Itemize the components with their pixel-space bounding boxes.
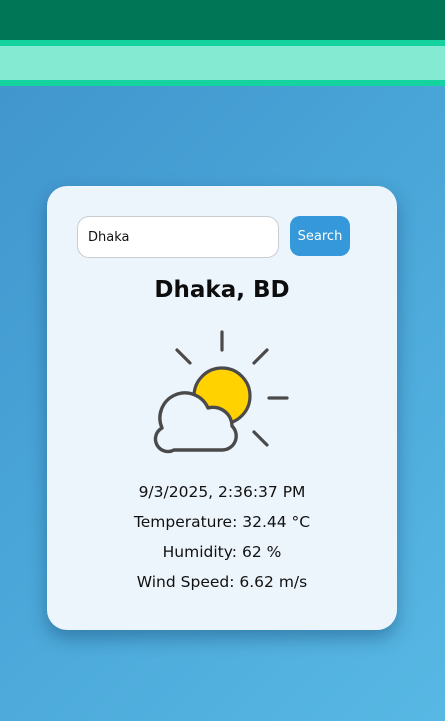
- weather-card: Search Dhaka, BD 9/3/2025, 2:36:37 PM Te…: [47, 186, 397, 630]
- top-header-bar: [0, 0, 445, 40]
- search-button[interactable]: Search: [290, 216, 350, 256]
- partly-cloudy-sun-icon: [153, 330, 289, 454]
- datetime-text: 9/3/2025, 2:36:37 PM: [138, 483, 306, 501]
- city-search-input[interactable]: [77, 216, 279, 258]
- humidity-text: Humidity: 62 %: [162, 543, 282, 561]
- wind-speed-text: Wind Speed: 6.62 m/s: [136, 573, 308, 591]
- accent-bar: [0, 40, 445, 86]
- accent-bar-inner: [0, 46, 445, 80]
- city-title: Dhaka, BD: [154, 277, 290, 303]
- temperature-text: Temperature: 32.44 °C: [133, 513, 311, 531]
